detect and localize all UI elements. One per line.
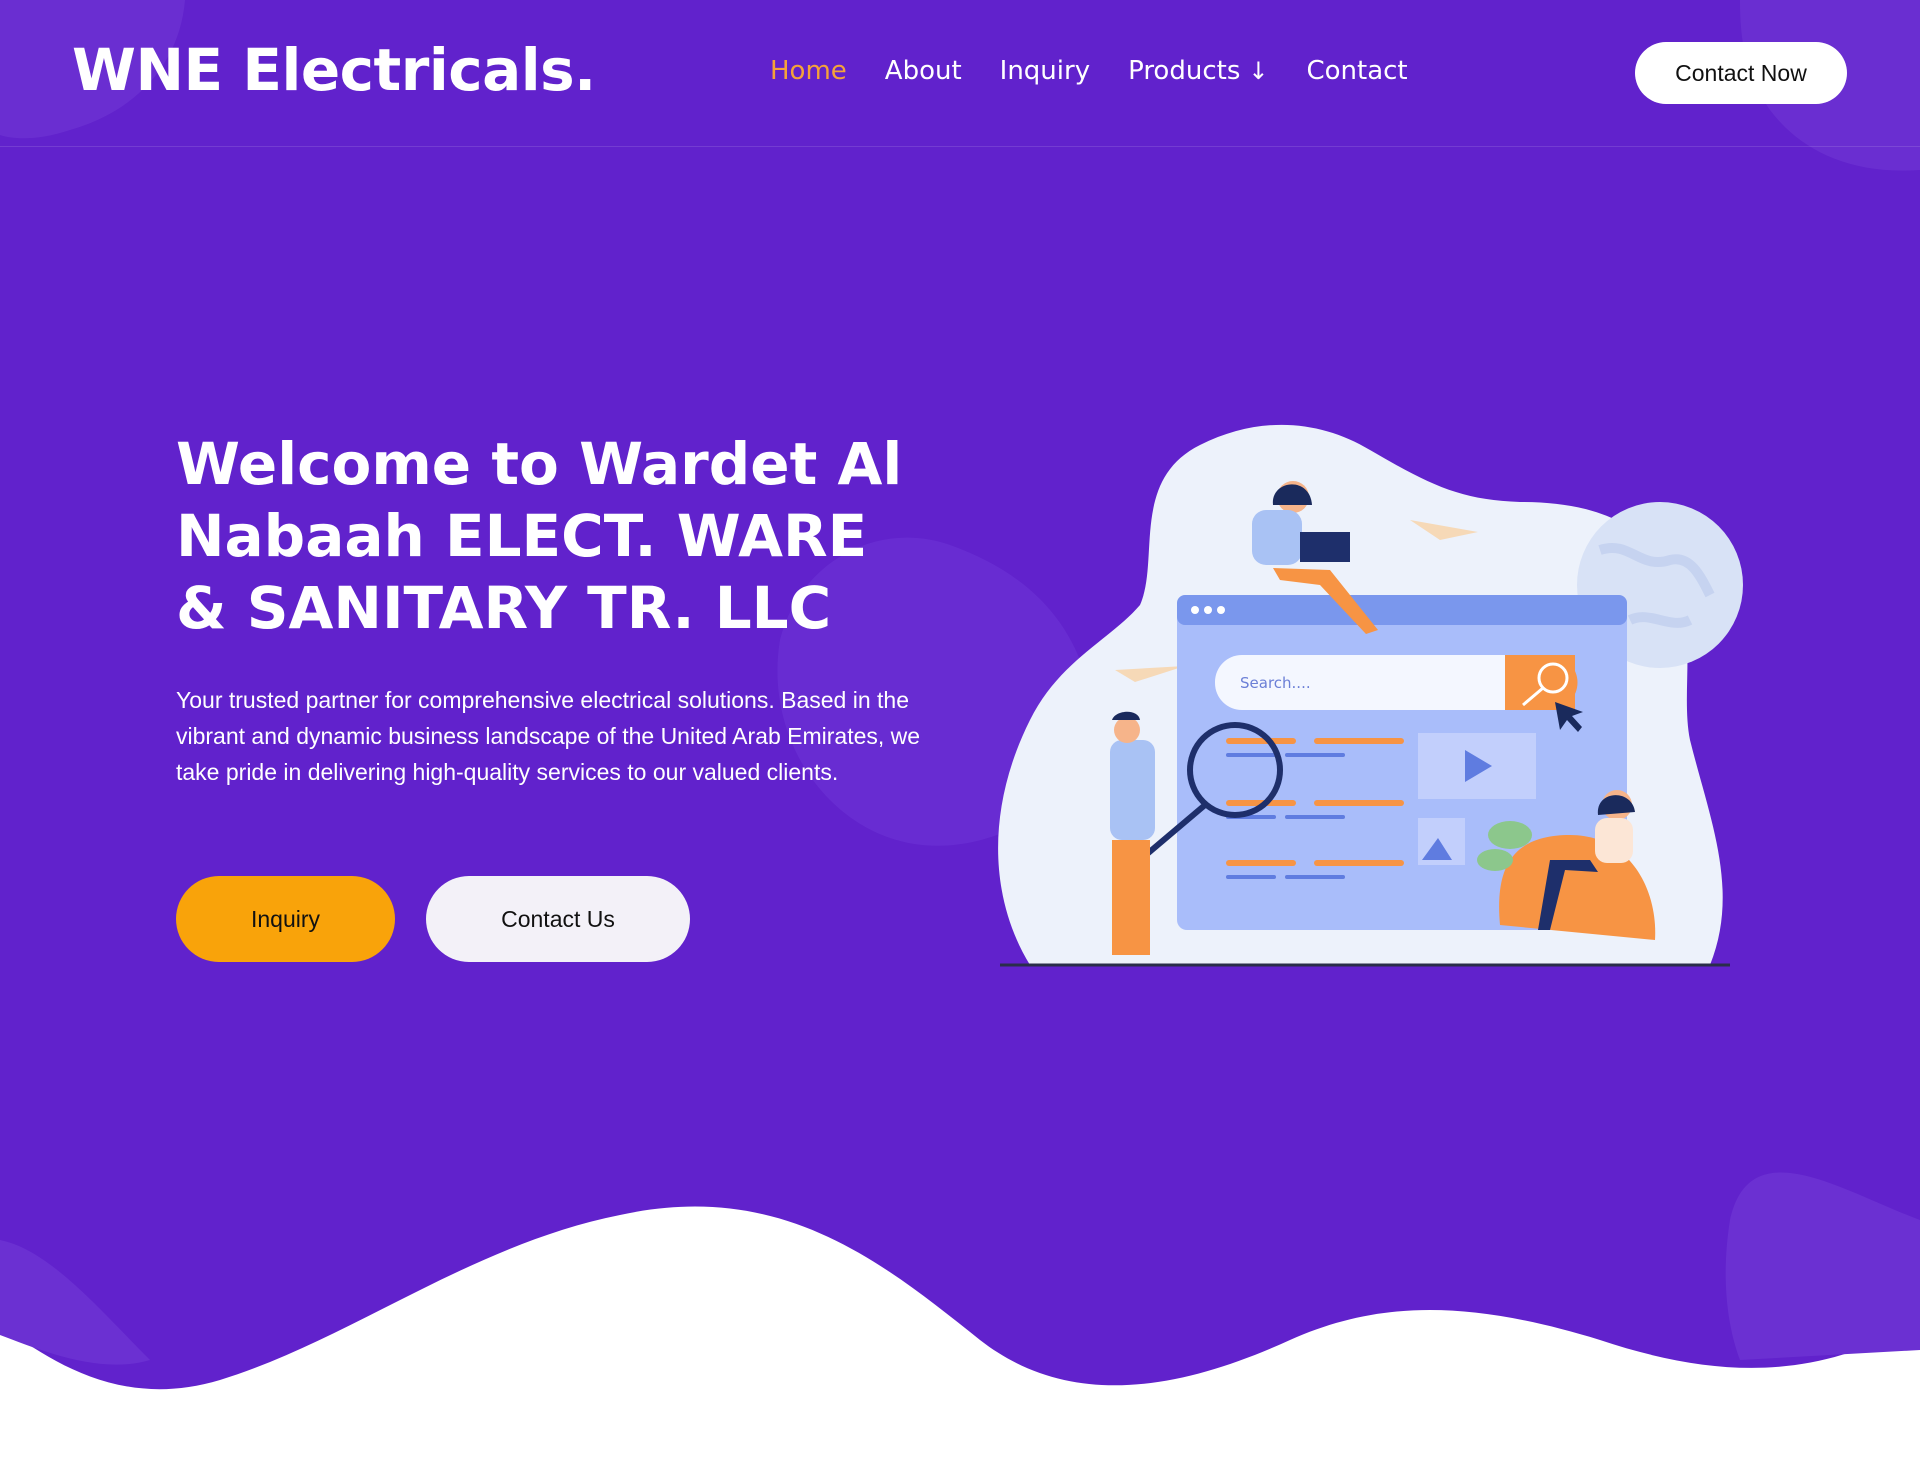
nav-products-label: Products bbox=[1128, 56, 1241, 86]
hero-title: Welcome to Wardet Al Nabaah ELECT. WARE … bbox=[176, 430, 903, 642]
hero-section: WNE Electricals. Home About Inquiry Prod… bbox=[0, 0, 1920, 1474]
main-nav: Home About Inquiry Products ↓ Contact bbox=[770, 56, 1408, 86]
contact-us-button[interactable]: Contact Us bbox=[426, 876, 690, 962]
inquiry-button[interactable]: Inquiry bbox=[176, 876, 395, 962]
nav-products[interactable]: Products ↓ bbox=[1128, 56, 1268, 86]
search-placeholder: Search.... bbox=[1240, 674, 1311, 692]
arrow-down-icon: ↓ bbox=[1248, 57, 1269, 85]
site-logo[interactable]: WNE Electricals. bbox=[72, 36, 596, 104]
laptop-icon bbox=[1300, 532, 1350, 562]
hero-illustration: Search.... bbox=[998, 424, 1743, 967]
plant-icon bbox=[1488, 821, 1532, 849]
nav-home[interactable]: Home bbox=[770, 56, 847, 86]
nav-contact[interactable]: Contact bbox=[1306, 56, 1407, 86]
navbar: WNE Electricals. Home About Inquiry Prod… bbox=[0, 0, 1920, 147]
nav-about[interactable]: About bbox=[885, 56, 962, 86]
browser-titlebar bbox=[1177, 595, 1627, 625]
nav-inquiry[interactable]: Inquiry bbox=[1000, 56, 1090, 86]
contact-now-button[interactable]: Contact Now bbox=[1635, 42, 1847, 104]
hero-description: Your trusted partner for comprehensive e… bbox=[176, 687, 921, 785]
person-with-magnifier bbox=[1110, 740, 1155, 840]
